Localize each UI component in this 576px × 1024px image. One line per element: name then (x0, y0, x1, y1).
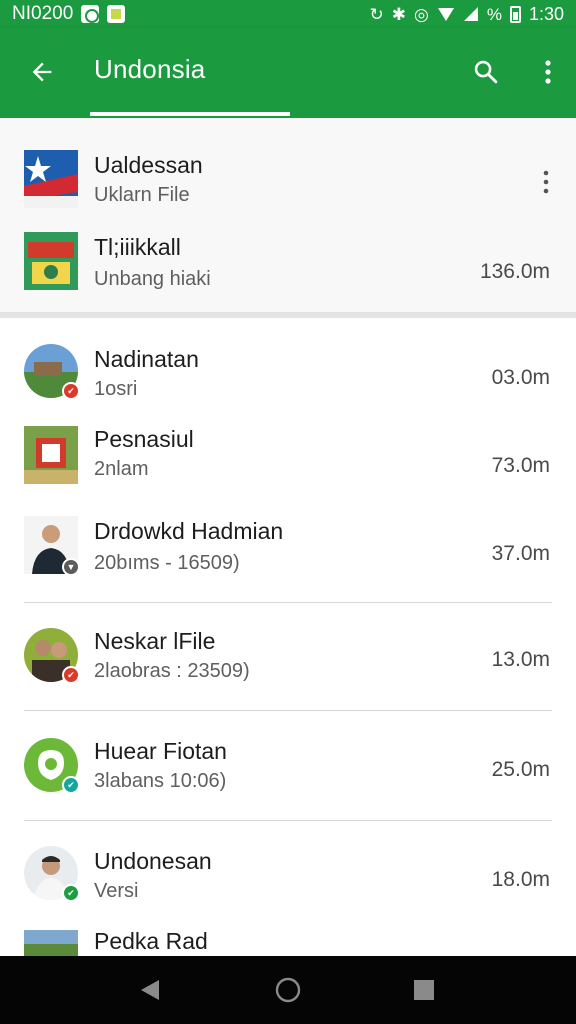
nav-recents-icon (414, 980, 434, 1000)
badge-green-icon: ✔ (62, 884, 80, 902)
list-item-title: Pesnasiul (94, 426, 194, 452)
battery-icon (509, 5, 521, 23)
tab-indicator (90, 112, 290, 116)
list-item[interactable]: ✔ Huear Fiotan 3labans 10:06) 25.0m (0, 732, 576, 802)
list-item-subtitle: 3labans 10:06) (94, 770, 227, 792)
list-item-thumbnail (24, 930, 78, 956)
list-item-title: Undonesan (94, 848, 212, 874)
header-item[interactable]: Tl;iiikkall Unbang hiaki 136.0m (0, 228, 576, 298)
hotspot-icon: ◎ (413, 4, 429, 24)
nav-home-button[interactable] (266, 968, 310, 1012)
list-item-title: Neskar lFile (94, 628, 216, 654)
list-item-size: 18.0m (491, 868, 550, 891)
header-item-subtitle: Unbang hiaki (94, 268, 211, 290)
badge-gray-icon: ▼ (62, 558, 80, 576)
list-item-size: 13.0m (491, 648, 550, 671)
list-item-size: 25.0m (491, 758, 550, 781)
list-item-thumbnail (24, 426, 78, 484)
app-bar: Undonsia (0, 28, 576, 118)
back-button[interactable] (22, 52, 62, 92)
header-item-title: Tl;iiikkall (94, 234, 181, 260)
arrow-back-icon (32, 62, 52, 82)
header-item-title: Ualdessan (94, 152, 203, 178)
list-item-avatar: ✔ (24, 846, 80, 902)
header-item-more-button[interactable] (530, 166, 562, 198)
more-vert-icon (543, 170, 549, 194)
list-item-size: 03.0m (491, 366, 550, 389)
list-item[interactable]: Pedka Rad (0, 928, 576, 956)
status-bar: NI0200 ↻ ✱ ◎ % 1:30 (0, 0, 576, 28)
nav-recents-button[interactable] (402, 968, 446, 1012)
list-item-subtitle: 1osri (94, 378, 138, 400)
list-item-title: Pedka Rad (94, 928, 208, 954)
status-left: NI0200 (12, 3, 126, 25)
list-divider (24, 820, 552, 821)
search-button[interactable] (466, 52, 506, 92)
list-item[interactable]: ✔ Undonesan Versi 18.0m (0, 842, 576, 912)
list-item-subtitle: Versi (94, 880, 139, 902)
list-item-subtitle: 2nlam (94, 458, 149, 480)
header-item-thumbnail (24, 150, 78, 208)
data-saver-icon: ↻ (369, 4, 384, 24)
status-time: 1:30 (528, 3, 564, 24)
list-item[interactable]: ✔ Nadinatan 1osri 03.0m (0, 340, 576, 410)
nav-back-button[interactable] (128, 968, 172, 1012)
list-item-title: Nadinatan (94, 346, 199, 372)
header-section: Ualdessan Uklarn File Tl;iiikkall Unbang… (0, 118, 576, 318)
list-item-title: Drdowkd Hadmian (94, 518, 284, 544)
header-item-size: 136.0m (479, 260, 550, 283)
notification-app-icon (81, 5, 100, 23)
list-divider (24, 710, 552, 711)
status-right: ↻ ✱ ◎ % 1:30 (369, 4, 564, 25)
badge-teal-icon: ✔ (62, 776, 80, 794)
search-icon (474, 60, 498, 84)
list-item-avatar: ▼ (24, 516, 80, 576)
list-item-avatar: ✔ (24, 344, 80, 400)
list-item-size: 73.0m (491, 454, 550, 477)
wifi-icon (437, 8, 454, 21)
cell-signal-icon (463, 7, 478, 21)
list-divider (24, 602, 552, 603)
header-item-thumbnail (24, 232, 78, 290)
system-nav-bar (0, 956, 576, 1024)
battery-percent-text: % (486, 4, 502, 24)
list-item[interactable]: Pesnasiul 2nlam 73.0m (0, 424, 576, 494)
list-item-subtitle: 2laobras : 23509) (94, 660, 250, 682)
more-vert-icon (545, 60, 551, 84)
list-item[interactable]: ▼ Drdowkd Hadmian 20bıms - 16509) 37.0m (0, 512, 576, 582)
badge-red-icon: ✔ (62, 666, 80, 684)
status-carrier-text: NI0200 (12, 3, 74, 24)
nav-home-icon (275, 977, 301, 1003)
list-item-subtitle: 20bıms - 16509) (94, 552, 240, 574)
badge-red-icon: ✔ (62, 382, 80, 400)
list-item-avatar: ✔ (24, 738, 80, 794)
notification-image-icon (107, 5, 126, 23)
more-options-button[interactable] (528, 52, 568, 92)
header-item-subtitle: Uklarn File (94, 184, 190, 206)
list-item-title: Huear Fiotan (94, 738, 227, 764)
nav-back-icon (141, 980, 159, 1000)
list-item-avatar: ✔ (24, 628, 80, 684)
list-item[interactable]: ✔ Neskar lFile 2laobras : 23509) 13.0m (0, 622, 576, 692)
bluetooth-icon: ✱ (391, 4, 406, 24)
page-title: Undonsia (94, 54, 206, 84)
header-item[interactable]: Ualdessan Uklarn File (0, 144, 576, 214)
list-item-size: 37.0m (491, 542, 550, 565)
